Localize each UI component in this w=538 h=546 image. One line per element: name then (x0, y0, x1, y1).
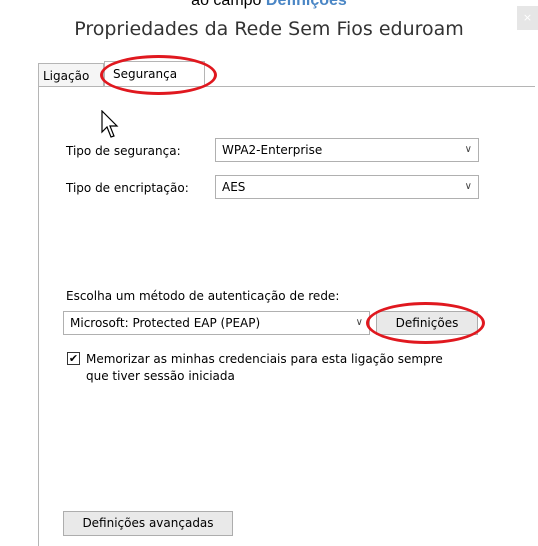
close-button[interactable]: × (517, 6, 538, 30)
window-titlebar: Propriedades da Rede Sem Fios eduroam × (0, 0, 538, 58)
chevron-down-icon: ∨ (355, 317, 363, 328)
encryption-type-label: Tipo de encriptação: (66, 181, 189, 195)
settings-button[interactable]: Definições (376, 311, 478, 335)
remember-credentials-checkbox[interactable]: ✔ (67, 352, 80, 365)
remember-credentials-label-line2: que tiver sessão iniciada (86, 369, 235, 383)
security-type-select[interactable]: WPA2-Enterprise ∨ (215, 138, 479, 162)
advanced-settings-button[interactable]: Definições avançadas (63, 511, 233, 536)
auth-method-select[interactable]: Microsoft: Protected EAP (PEAP) ∨ (63, 311, 370, 335)
mouse-pointer-icon (101, 110, 119, 138)
checkmark-icon: ✔ (68, 352, 79, 365)
security-type-value: WPA2-Enterprise (222, 143, 323, 157)
encryption-type-select[interactable]: AES ∨ (215, 175, 479, 199)
encryption-type-value: AES (222, 180, 246, 194)
close-icon: × (522, 11, 533, 24)
auth-method-value: Microsoft: Protected EAP (PEAP) (70, 316, 261, 330)
tab-ligacao-label: Ligação (43, 69, 90, 83)
remember-credentials-label-line1: Memorizar as minhas credenciais para est… (86, 352, 443, 366)
tab-seguranca-label: Segurança (113, 67, 178, 81)
chevron-down-icon: ∨ (464, 144, 472, 155)
window-title: Propriedades da Rede Sem Fios eduroam (74, 18, 464, 40)
security-type-label: Tipo de segurança: (66, 144, 181, 158)
tab-ligacao[interactable]: Ligação (38, 63, 104, 87)
auth-method-label: Escolha um método de autenticação de red… (66, 289, 340, 303)
chevron-down-icon: ∨ (464, 181, 472, 192)
tab-seguranca[interactable]: Segurança (104, 61, 205, 87)
